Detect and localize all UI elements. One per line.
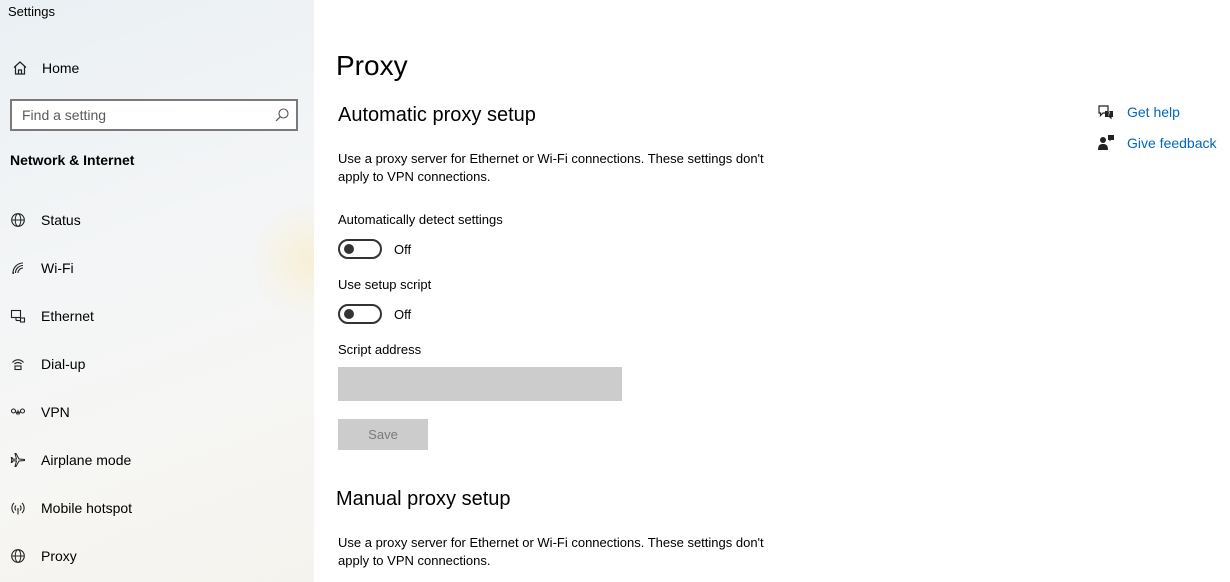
- sidebar-item-ethernet[interactable]: Ethernet: [0, 292, 314, 340]
- hotspot-icon: [9, 499, 27, 517]
- auto-detect-row: Off: [338, 239, 411, 259]
- sidebar-item-label: Airplane mode: [41, 452, 132, 468]
- setup-script-toggle[interactable]: [338, 304, 382, 324]
- setup-script-label: Use setup script: [338, 277, 432, 292]
- search-box[interactable]: [10, 99, 298, 131]
- sidebar-item-label: Mobile hotspot: [41, 500, 133, 516]
- wifi-icon: [9, 259, 27, 277]
- setup-script-state: Off: [394, 306, 412, 322]
- setup-script-row: Off: [338, 304, 411, 324]
- automatic-proxy-description: Use a proxy server for Ethernet or Wi-Fi…: [338, 151, 764, 184]
- search-icon[interactable]: [274, 107, 290, 123]
- get-help-link[interactable]: ? Get help: [1094, 96, 1217, 127]
- sidebar-item-mobile-hotspot[interactable]: Mobile hotspot: [0, 484, 314, 532]
- settings-window: Settings Home Network & Internet: [0, 0, 1230, 582]
- home-icon: [11, 59, 29, 77]
- sidebar-item-status[interactable]: Status: [0, 196, 314, 244]
- script-address-input[interactable]: [338, 367, 622, 401]
- script-address-label: Script address: [338, 342, 422, 357]
- give-feedback-label: Give feedback: [1127, 134, 1217, 151]
- sidebar-item-label: VPN: [41, 404, 70, 420]
- sidebar-item-wifi[interactable]: Wi-Fi: [0, 244, 314, 292]
- sidebar-home-label: Home: [42, 60, 80, 76]
- page-title: Proxy: [336, 50, 408, 81]
- sidebar-section-title: Network & Internet: [10, 152, 135, 168]
- sidebar-item-airplane-mode[interactable]: Airplane mode: [0, 436, 314, 484]
- vpn-icon: [9, 403, 27, 421]
- auto-detect-toggle[interactable]: [338, 239, 382, 259]
- dialup-icon: [9, 355, 27, 373]
- search-input[interactable]: [12, 101, 272, 129]
- manual-proxy-description: Use a proxy server for Ethernet or Wi-Fi…: [338, 535, 764, 568]
- globe-icon: [9, 547, 27, 565]
- sidebar: Settings Home Network & Internet: [0, 0, 314, 582]
- give-feedback-link[interactable]: Give feedback: [1094, 127, 1217, 158]
- help-chat-icon: ?: [1096, 102, 1116, 122]
- auto-detect-label: Automatically detect settings: [338, 212, 503, 227]
- globe-icon: [9, 211, 27, 229]
- sidebar-item-vpn[interactable]: VPN: [0, 388, 314, 436]
- toggle-knob: [344, 309, 354, 319]
- auto-detect-state: Off: [394, 241, 412, 257]
- svg-text:?: ?: [1107, 111, 1110, 118]
- manual-proxy-heading: Manual proxy setup: [336, 488, 511, 510]
- sidebar-item-label: Ethernet: [41, 308, 94, 324]
- automatic-proxy-heading: Automatic proxy setup: [338, 104, 536, 126]
- ethernet-icon: [9, 307, 27, 325]
- save-button[interactable]: Save: [338, 419, 428, 450]
- sidebar-item-proxy[interactable]: Proxy: [0, 532, 314, 580]
- main-content: Proxy Automatic proxy setup Use a proxy …: [314, 0, 1230, 582]
- toggle-knob: [344, 244, 354, 254]
- sidebar-item-dialup[interactable]: Dial-up: [0, 340, 314, 388]
- sidebar-item-label: Proxy: [41, 548, 77, 564]
- airplane-icon: [9, 451, 27, 469]
- sidebar-home[interactable]: Home: [0, 52, 314, 84]
- help-links: ? Get help Give feedback: [1094, 96, 1217, 158]
- sidebar-item-label: Dial-up: [41, 356, 86, 372]
- get-help-label: Get help: [1127, 103, 1180, 120]
- sidebar-item-label: Status: [41, 212, 81, 228]
- sidebar-nav: Status Wi-Fi Ethernet Dial-up VPN Airpla…: [0, 196, 314, 580]
- sidebar-item-label: Wi-Fi: [41, 260, 74, 276]
- feedback-icon: [1096, 133, 1116, 153]
- window-title: Settings: [8, 4, 55, 19]
